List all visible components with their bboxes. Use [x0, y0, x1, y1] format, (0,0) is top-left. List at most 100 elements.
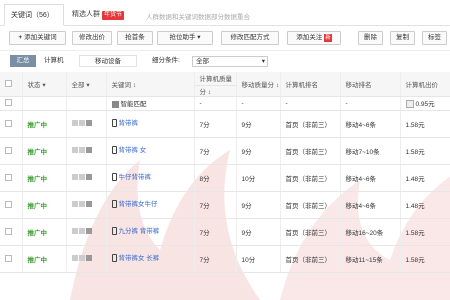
pc-quality-cell: 8分 — [194, 164, 237, 192]
pc-indicator-icon — [71, 120, 78, 127]
toolbar: + 添加关键词 修改出价 抢首条 抢位助手 ▾ 修改匹配方式 添加关注新 删除 复… — [0, 28, 450, 50]
row-checkbox[interactable] — [5, 99, 12, 107]
select-all-checkbox[interactable] — [5, 80, 12, 88]
header-status-label: 状态 — [27, 81, 41, 89]
phone-icon — [111, 200, 117, 209]
tab-bar: 关键词（56） 精选人群 年货节 人群数据和关键词数据部分数据重合 — [0, 0, 450, 26]
summary-tab[interactable]: 汇总 — [10, 55, 36, 67]
table-row[interactable]: 推广中 背带裤女牛仔 7分 9分 首页（非前三） 移动4~6条 1.48元 — [0, 191, 450, 219]
pc-indicator-icon — [71, 174, 78, 181]
plus-icon: + — [18, 34, 23, 41]
indicator-cell — [66, 110, 107, 138]
mobile-indicator-icon — [78, 174, 85, 181]
tab-crowd-label: 精选人群 — [72, 11, 100, 18]
header-pc-quality[interactable]: 计算机质量 — [194, 72, 237, 86]
pc-bid-cell[interactable]: 1.58元 — [400, 137, 450, 165]
table-row[interactable]: 推广中 背带裤女 长裤 7分 10分 首页（非前三） 移动11~15条 1.58元 — [0, 245, 450, 273]
row-checkbox[interactable] — [5, 173, 12, 181]
table-row[interactable]: 推广中 牛仔背带裤 8分 10分 首页（非前三） 移动4~6条 1.48元 — [0, 164, 450, 192]
ad-indicator-icon — [85, 201, 92, 208]
row-checkbox[interactable] — [5, 146, 12, 154]
chevron-down-icon: ▾ — [42, 81, 46, 89]
mobile-quality-cell: 9分 — [236, 110, 281, 138]
keyword-link[interactable]: 牛仔背带裤 — [119, 174, 152, 182]
grab-helper-button[interactable]: 抢位助手 ▾ — [157, 31, 213, 45]
indicator-cell — [66, 191, 107, 219]
row-checkbox[interactable] — [5, 227, 12, 235]
header-pc-bid-label: 计算机出价 — [405, 81, 439, 89]
table-row[interactable]: 推广中 九分裤 背带裤 7分 9分 首页（非前三） 移动16~20条 1.58元 — [0, 218, 450, 246]
grab-rank-button[interactable]: 抢首条 — [117, 31, 153, 45]
tab-keywords[interactable]: 关键词（56） — [4, 4, 64, 26]
table-row[interactable]: 推广中 背带裤 7分 9分 首页（非前三） 移动4~6条 1.58元 — [0, 110, 450, 138]
pc-bid-cell[interactable]: 1.48元 — [400, 191, 450, 219]
pc-bid-cell[interactable]: 0.95元 — [400, 96, 450, 111]
table-row[interactable]: 推广中 背带裤 女 7分 9分 首页（非前三） 移动7~10条 1.58元 — [0, 137, 450, 165]
mobile-quality-cell: 9分 — [236, 137, 281, 165]
pc-indicator-icon — [71, 228, 78, 235]
add-follow-label: 添加关注 — [296, 34, 323, 41]
mobile-rank-cell: 移动4~6条 — [340, 191, 401, 219]
header-pc-quality-label: 计算机质量 — [199, 76, 233, 84]
table-row-smart-match[interactable]: 智能匹配 - - - - 0.95元 — [0, 96, 450, 111]
row-checkbox[interactable] — [5, 254, 12, 262]
delete-button[interactable]: 删除 — [358, 31, 383, 45]
row-checkbox[interactable] — [5, 119, 12, 127]
keyword-link[interactable]: 背带裤女 长裤 — [119, 255, 160, 263]
status-text: 推广中 — [27, 148, 48, 156]
condition-select[interactable]: 全部 ▾ — [192, 56, 268, 67]
keyword-link[interactable]: 九分裤 背带裤 — [119, 228, 160, 236]
match-mode-button[interactable]: 修改匹配方式 — [221, 31, 279, 45]
header-pc-rank[interactable]: 计算机排名 — [280, 72, 341, 97]
mobile-rank-cell: 移动11~15条 — [340, 245, 401, 273]
chevron-down-icon: ▾ — [197, 34, 201, 41]
tab-hint-text: 人群数据和关键词数据部分数据重合 — [146, 14, 250, 21]
keyword-link[interactable]: 背带裤 — [119, 120, 139, 128]
keyword-link[interactable]: 背带裤 女 — [119, 147, 147, 155]
header-mobile-rank[interactable]: 移动排名 — [340, 72, 401, 97]
tab-crowd[interactable]: 精选人群 年货节 — [66, 4, 130, 26]
header-status[interactable]: 状态 ▾ — [22, 72, 67, 97]
pc-rank-cell: 首页（非前三） — [280, 191, 341, 219]
mobile-indicator-icon — [78, 255, 85, 262]
pc-tab[interactable]: 计算机 — [38, 55, 74, 67]
row-checkbox-cell — [0, 191, 23, 219]
status-text: 推广中 — [27, 175, 48, 183]
pc-quality-cell: 7分 — [194, 191, 237, 219]
pc-bid-cell[interactable]: 1.58元 — [400, 245, 450, 273]
keyword-link[interactable]: 背带裤女牛仔 — [119, 201, 158, 209]
keyword-cell: 背带裤 — [106, 110, 195, 138]
status-cell: 推广中 — [22, 218, 67, 246]
modify-bid-button[interactable]: 修改出价 — [72, 31, 112, 45]
header-keyword[interactable]: 关键词 ↕ — [106, 72, 195, 97]
pc-quality-cell: 7分 — [194, 137, 237, 165]
mobile-rank-cell: 移动7~10条 — [340, 137, 401, 165]
header-pc-rank-label: 计算机排名 — [285, 81, 319, 89]
new-badge: 新 — [324, 34, 332, 42]
mobile-indicator-icon — [78, 228, 85, 235]
add-follow-button[interactable]: 添加关注新 — [287, 31, 341, 45]
pc-bid-cell[interactable]: 1.58元 — [400, 218, 450, 246]
status-text: 推广中 — [27, 256, 48, 264]
header-all[interactable]: 全部 ▾ — [66, 72, 107, 97]
header-pc-bid[interactable]: 计算机出价 — [400, 72, 450, 97]
pc-quality-cell: 7分 — [194, 110, 237, 138]
add-keyword-button[interactable]: + 添加关键词 — [9, 31, 66, 45]
grab-helper-label: 抢位助手 — [169, 34, 196, 41]
pc-rank-cell: 首页（非前三） — [280, 110, 341, 138]
condition-label: 细分条件: — [152, 57, 180, 64]
tag-button[interactable]: 标签 — [422, 31, 447, 45]
header-mobile-quality[interactable]: 移动质量分 ↕ — [236, 72, 281, 97]
copy-button[interactable]: 复制 — [390, 31, 415, 45]
row-checkbox[interactable] — [5, 200, 12, 208]
row-checkbox-cell — [0, 245, 23, 273]
row-checkbox-cell — [0, 137, 23, 165]
pc-bid-cell[interactable]: 1.48元 — [400, 164, 450, 192]
pc-bid-cell[interactable]: 1.58元 — [400, 110, 450, 138]
sort-icon: ↕ — [132, 81, 137, 89]
indicator-cell — [66, 96, 107, 111]
keyword-cell: 牛仔背带裤 — [106, 164, 195, 192]
ad-indicator-icon — [85, 120, 92, 127]
mobile-tab[interactable]: 移动设备 — [79, 55, 137, 67]
pc-indicator-icon — [71, 147, 78, 154]
